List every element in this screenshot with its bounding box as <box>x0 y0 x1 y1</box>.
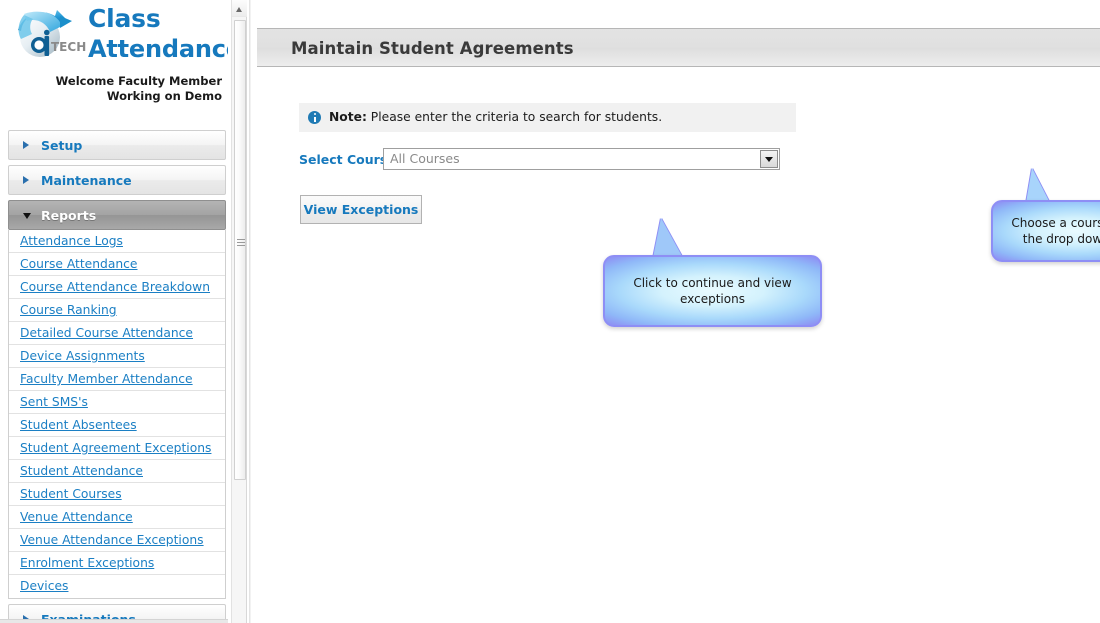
callout-button-text: Click to continue and view exceptions <box>633 276 792 306</box>
select-course-label: Select Course <box>299 152 396 167</box>
sidebar-section-setup-label: Setup <box>41 138 83 153</box>
sidebar-item-faculty-member-attendance[interactable]: Faculty Member Attendance <box>9 368 225 391</box>
scrollbar-grip-icon <box>237 239 245 247</box>
sidebar-item-detailed-course-attendance[interactable]: Detailed Course Attendance <box>9 322 225 345</box>
sidebar-item-student-attendance[interactable]: Student Attendance <box>9 460 225 483</box>
select-course-value[interactable]: All Courses <box>390 151 460 166</box>
page-title-bar: Maintain Student Agreements <box>257 28 1100 67</box>
welcome-message: Welcome Faculty Member Working on Demo <box>6 74 222 104</box>
sidebar-section-reports[interactable]: Reports <box>8 200 226 230</box>
sidebar-item-enrolment-exceptions[interactable]: Enrolment Exceptions <box>9 552 225 575</box>
sidebar-item-attendance-logs[interactable]: Attendance Logs <box>9 230 225 253</box>
sidebar-bottom-edge <box>0 619 228 623</box>
chevron-right-icon <box>23 141 29 149</box>
sidebar-item-student-courses[interactable]: Student Courses <box>9 483 225 506</box>
note-text: Please enter the criteria to search for … <box>366 110 663 124</box>
app-title-line2: Attendance <box>88 35 228 63</box>
welcome-context: Working on Demo <box>106 89 222 103</box>
info-icon <box>308 111 321 124</box>
sidebar-item-student-agreement-exceptions[interactable]: Student Agreement Exceptions <box>9 437 225 460</box>
sidebar-item-student-absentees[interactable]: Student Absentees <box>9 414 225 437</box>
app-title-line1: Class <box>88 4 161 33</box>
note-banner: Note: Please enter the criteria to searc… <box>299 103 796 132</box>
iptech-logo-icon: TECH <box>18 10 86 57</box>
sidebar-item-course-attendance[interactable]: Course Attendance <box>9 253 225 276</box>
callout-dropdown: Choose a course from the drop down list <box>991 200 1100 262</box>
sidebar-item-course-ranking[interactable]: Course Ranking <box>9 299 225 322</box>
app-title: Class Attendance <box>88 4 228 64</box>
sidebar-divider <box>249 0 251 623</box>
brand-header: TECH Class Attendance Welcome Faculty Me… <box>0 0 228 112</box>
application-window: TECH Class Attendance Welcome Faculty Me… <box>0 0 1100 623</box>
sidebar-section-maintenance-label: Maintenance <box>41 173 132 188</box>
scroll-up-icon[interactable] <box>232 0 247 17</box>
callout-dropdown-tail <box>1026 168 1050 203</box>
sidebar-item-devices[interactable]: Devices <box>9 575 225 598</box>
svg-text:TECH: TECH <box>51 40 86 54</box>
welcome-user: Welcome Faculty Member <box>55 74 222 88</box>
sidebar: TECH Class Attendance Welcome Faculty Me… <box>0 0 228 623</box>
view-exceptions-button[interactable]: View Exceptions <box>300 195 422 224</box>
chevron-down-icon[interactable] <box>760 150 778 168</box>
sidebar-navigation: Setup Maintenance Reports Attendance Log… <box>8 130 226 623</box>
sidebar-item-course-attendance-breakdown[interactable]: Course Attendance Breakdown <box>9 276 225 299</box>
select-course-dropdown[interactable]: All Courses <box>383 148 780 170</box>
sidebar-item-venue-attendance-exceptions[interactable]: Venue Attendance Exceptions <box>9 529 225 552</box>
main-content: Maintain Student Agreements Note: Please… <box>252 0 1100 623</box>
sidebar-item-device-assignments[interactable]: Device Assignments <box>9 345 225 368</box>
callout-dropdown-text: Choose a course from the drop down list <box>1011 216 1100 246</box>
note-label: Note: <box>329 110 367 124</box>
sidebar-item-venue-attendance[interactable]: Venue Attendance <box>9 506 225 529</box>
sidebar-section-reports-label: Reports <box>41 208 97 223</box>
sidebar-section-maintenance[interactable]: Maintenance <box>8 165 226 195</box>
sidebar-reports-panel: Attendance Logs Course Attendance Course… <box>8 230 226 599</box>
sidebar-section-setup[interactable]: Setup <box>8 130 226 160</box>
chevron-right-icon <box>23 176 29 184</box>
callout-button: Click to continue and view exceptions <box>603 255 822 327</box>
scrollbar-thumb[interactable] <box>234 20 246 480</box>
sidebar-item-sent-sms[interactable]: Sent SMS's <box>9 391 225 414</box>
page-title: Maintain Student Agreements <box>291 39 574 58</box>
sidebar-scrollbar[interactable] <box>231 0 247 623</box>
chevron-down-icon <box>23 213 31 219</box>
callout-button-tail <box>653 218 683 258</box>
